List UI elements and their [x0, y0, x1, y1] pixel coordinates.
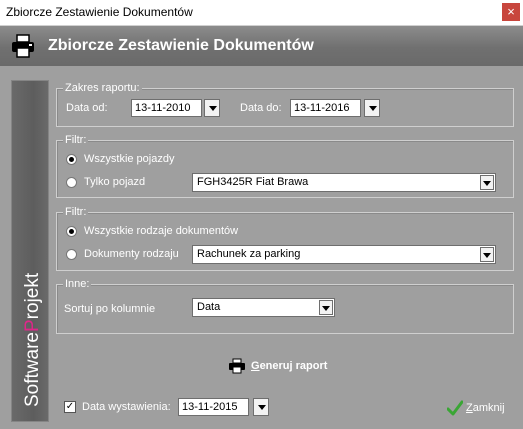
date-from-dropdown[interactable] [204, 99, 220, 117]
sort-column-label: Sortuj po kolumnie [64, 303, 156, 315]
window-title: Zbiorcze Zestawienie Dokumentów [6, 5, 193, 19]
other-options-group: Inne: Sortuj po kolumnie Data [56, 278, 514, 334]
generate-report-label: Generuj raport [251, 360, 328, 372]
header-banner: Zbiorcze Zestawienie Dokumentów [0, 26, 523, 66]
report-range-legend: Zakres raportu: [63, 82, 142, 94]
document-type-label: Dokumenty rodzaju [84, 248, 179, 260]
generate-report-button[interactable]: Generuj raport [228, 358, 338, 376]
document-type-radio[interactable] [66, 249, 77, 260]
date-to-label: Data do: [240, 102, 282, 114]
all-vehicles-radio[interactable] [66, 154, 77, 165]
vehicle-select-value: FGH3425R Fiat Brawa [197, 176, 309, 188]
date-from-label: Data od: [66, 102, 108, 114]
sort-column-select-value: Data [197, 301, 221, 313]
document-type-select[interactable]: Rachunek za parking [192, 245, 496, 264]
only-vehicle-label: Tylko pojazd [84, 176, 146, 188]
date-from-input[interactable]: 13-11-2010 [131, 99, 202, 117]
checkmark-icon [447, 400, 463, 416]
only-vehicle-radio[interactable] [66, 177, 77, 188]
vehicle-filter-group: Filtr: Wszystkie pojazdy Tylko pojazd FG… [56, 134, 514, 198]
all-vehicles-label: Wszystkie pojazdy [84, 153, 175, 165]
issue-date-input[interactable]: 13-11-2015 [178, 398, 249, 416]
softwareprojekt-logo: SoftwareProjekt [22, 272, 43, 407]
issue-date-checkbox[interactable]: ✓ [64, 401, 76, 413]
issue-date-label: Data wystawienia: [82, 401, 171, 413]
dialog-window: Zbiorcze Zestawienie Dokumentów × Zbiorc… [0, 0, 523, 429]
other-options-legend: Inne: [63, 278, 92, 290]
page-title: Zbiorcze Zestawienie Dokumentów [48, 37, 314, 54]
date-to-dropdown[interactable] [364, 99, 380, 117]
close-window-button[interactable]: × [502, 3, 520, 21]
printer-icon [229, 358, 245, 374]
all-document-types-label: Wszystkie rodzaje dokumentów [84, 225, 239, 237]
date-to-input[interactable]: 13-11-2016 [290, 99, 361, 117]
all-document-types-radio[interactable] [66, 226, 77, 237]
chevron-down-icon[interactable] [480, 247, 494, 262]
chevron-down-icon[interactable] [319, 300, 333, 315]
sort-column-select[interactable]: Data [192, 298, 335, 317]
printer-icon [12, 34, 34, 58]
brand-sidebar: SoftwareProjekt [11, 80, 49, 422]
close-button-label: Zamknij [466, 402, 505, 414]
title-bar: Zbiorcze Zestawienie Dokumentów × [0, 0, 523, 26]
vehicle-select[interactable]: FGH3425R Fiat Brawa [192, 173, 496, 192]
document-filter-legend: Filtr: [63, 206, 89, 218]
document-type-select-value: Rachunek za parking [197, 248, 301, 260]
vehicle-filter-legend: Filtr: [63, 134, 89, 146]
svg-text:SoftwareProjekt: SoftwareProjekt [22, 272, 43, 407]
chevron-down-icon[interactable] [480, 175, 494, 190]
close-button[interactable]: Zamknij [447, 400, 509, 418]
report-range-group: Zakres raportu: Data od: 13-11-2010 Data… [56, 82, 514, 127]
issue-date-dropdown[interactable] [253, 398, 269, 416]
document-filter-group: Filtr: Wszystkie rodzaje dokumentów Doku… [56, 206, 514, 271]
